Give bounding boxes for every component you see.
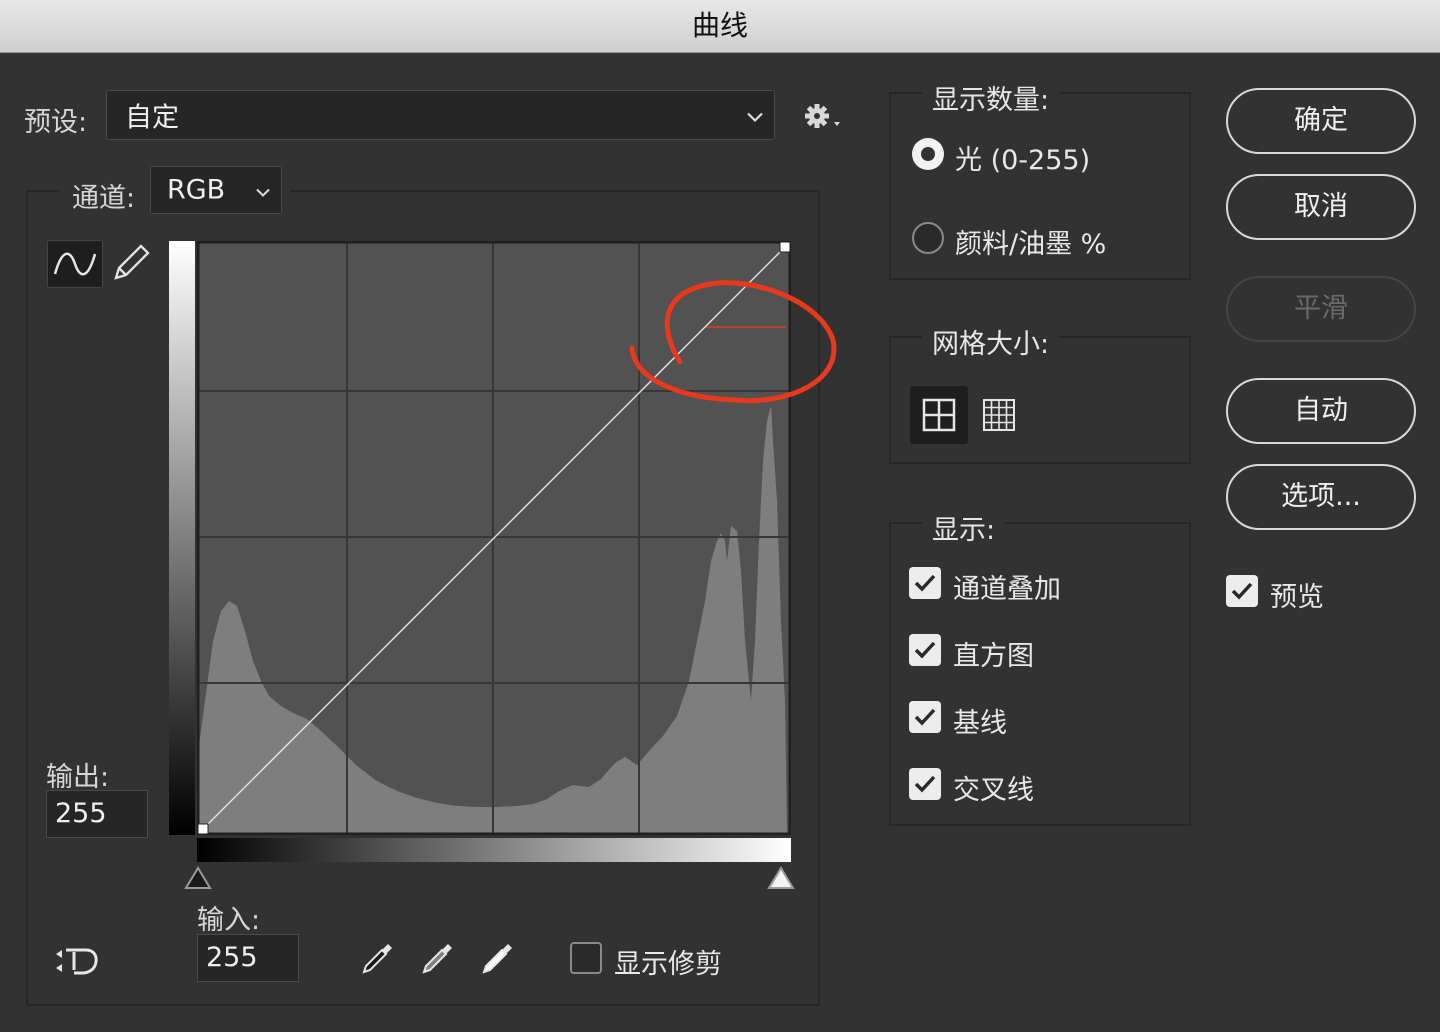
light-radio[interactable] [912, 138, 944, 170]
curve-point-black [197, 823, 209, 835]
input-gradient-bar [197, 838, 791, 862]
smooth-button[interactable]: 平滑 [1226, 276, 1416, 342]
detailed-grid-icon [983, 399, 1015, 431]
checkmark-icon [914, 775, 936, 793]
input-field[interactable]: 255 [197, 934, 299, 982]
channel-value: RGB [167, 174, 226, 206]
light-radio-label: 光 (0-255) [955, 145, 1091, 176]
channel-select[interactable]: RGB [150, 166, 282, 214]
black-eyedropper-icon[interactable] [358, 938, 398, 978]
chevron-down-icon [746, 100, 764, 131]
output-gradient-bar [169, 241, 195, 835]
simple-grid-button[interactable] [910, 386, 968, 444]
window-title: 曲线 [0, 0, 1440, 53]
auto-button[interactable]: 自动 [1226, 378, 1416, 444]
display-legend: 显示: [922, 508, 1006, 547]
curve-point-white [779, 241, 791, 253]
checkmark-icon [1231, 582, 1253, 600]
intersection-line-checkbox[interactable] [909, 768, 941, 800]
preset-value: 自定 [125, 102, 179, 134]
input-label: 输入: [197, 905, 261, 936]
targeted-adjustment-icon[interactable] [52, 940, 100, 980]
show-clipping-label: 显示修剪 [614, 949, 722, 980]
baseline-checkbox[interactable] [909, 701, 941, 733]
gear-icon[interactable] [804, 100, 844, 134]
channel-label: 通道: [72, 183, 136, 214]
preset-select[interactable]: 自定 [106, 90, 775, 140]
detailed-grid-button[interactable] [970, 386, 1028, 444]
channel-overlay-label: 通道叠加 [953, 574, 1061, 605]
checkmark-icon [914, 641, 936, 659]
curve-point-tool-icon[interactable] [47, 240, 103, 288]
preset-label: 预设: [24, 107, 88, 138]
grid-size-legend: 网格大小: [922, 322, 1060, 361]
show-clipping-checkbox[interactable] [570, 942, 602, 974]
simple-grid-icon [922, 398, 956, 432]
gray-eyedropper-icon[interactable] [418, 938, 458, 978]
preview-checkbox[interactable] [1226, 575, 1258, 607]
options-button[interactable]: 选项... [1226, 464, 1416, 530]
checkmark-icon [914, 574, 936, 592]
annotation-circle [620, 270, 850, 420]
pencil-icon[interactable] [108, 240, 154, 286]
ok-button[interactable]: 确定 [1226, 88, 1416, 154]
preview-label: 预览 [1270, 582, 1324, 613]
channel-overlay-checkbox[interactable] [909, 567, 941, 599]
pigment-radio-label: 颜料/油墨 % [955, 229, 1107, 260]
baseline-label: 基线 [953, 708, 1007, 739]
output-field[interactable]: 255 [46, 790, 148, 838]
chevron-down-icon [255, 175, 271, 206]
output-label: 输出: [46, 762, 110, 793]
pigment-radio[interactable] [912, 222, 944, 254]
checkmark-icon [914, 708, 936, 726]
white-eyedropper-icon[interactable] [478, 938, 518, 978]
show-amount-legend: 显示数量: [922, 78, 1060, 117]
histogram-label: 直方图 [953, 641, 1034, 672]
cancel-button[interactable]: 取消 [1226, 174, 1416, 240]
black-point-slider-icon[interactable] [184, 866, 212, 890]
intersection-line-label: 交叉线 [953, 775, 1034, 806]
histogram-checkbox[interactable] [909, 634, 941, 666]
white-point-slider-icon[interactable] [767, 866, 795, 890]
